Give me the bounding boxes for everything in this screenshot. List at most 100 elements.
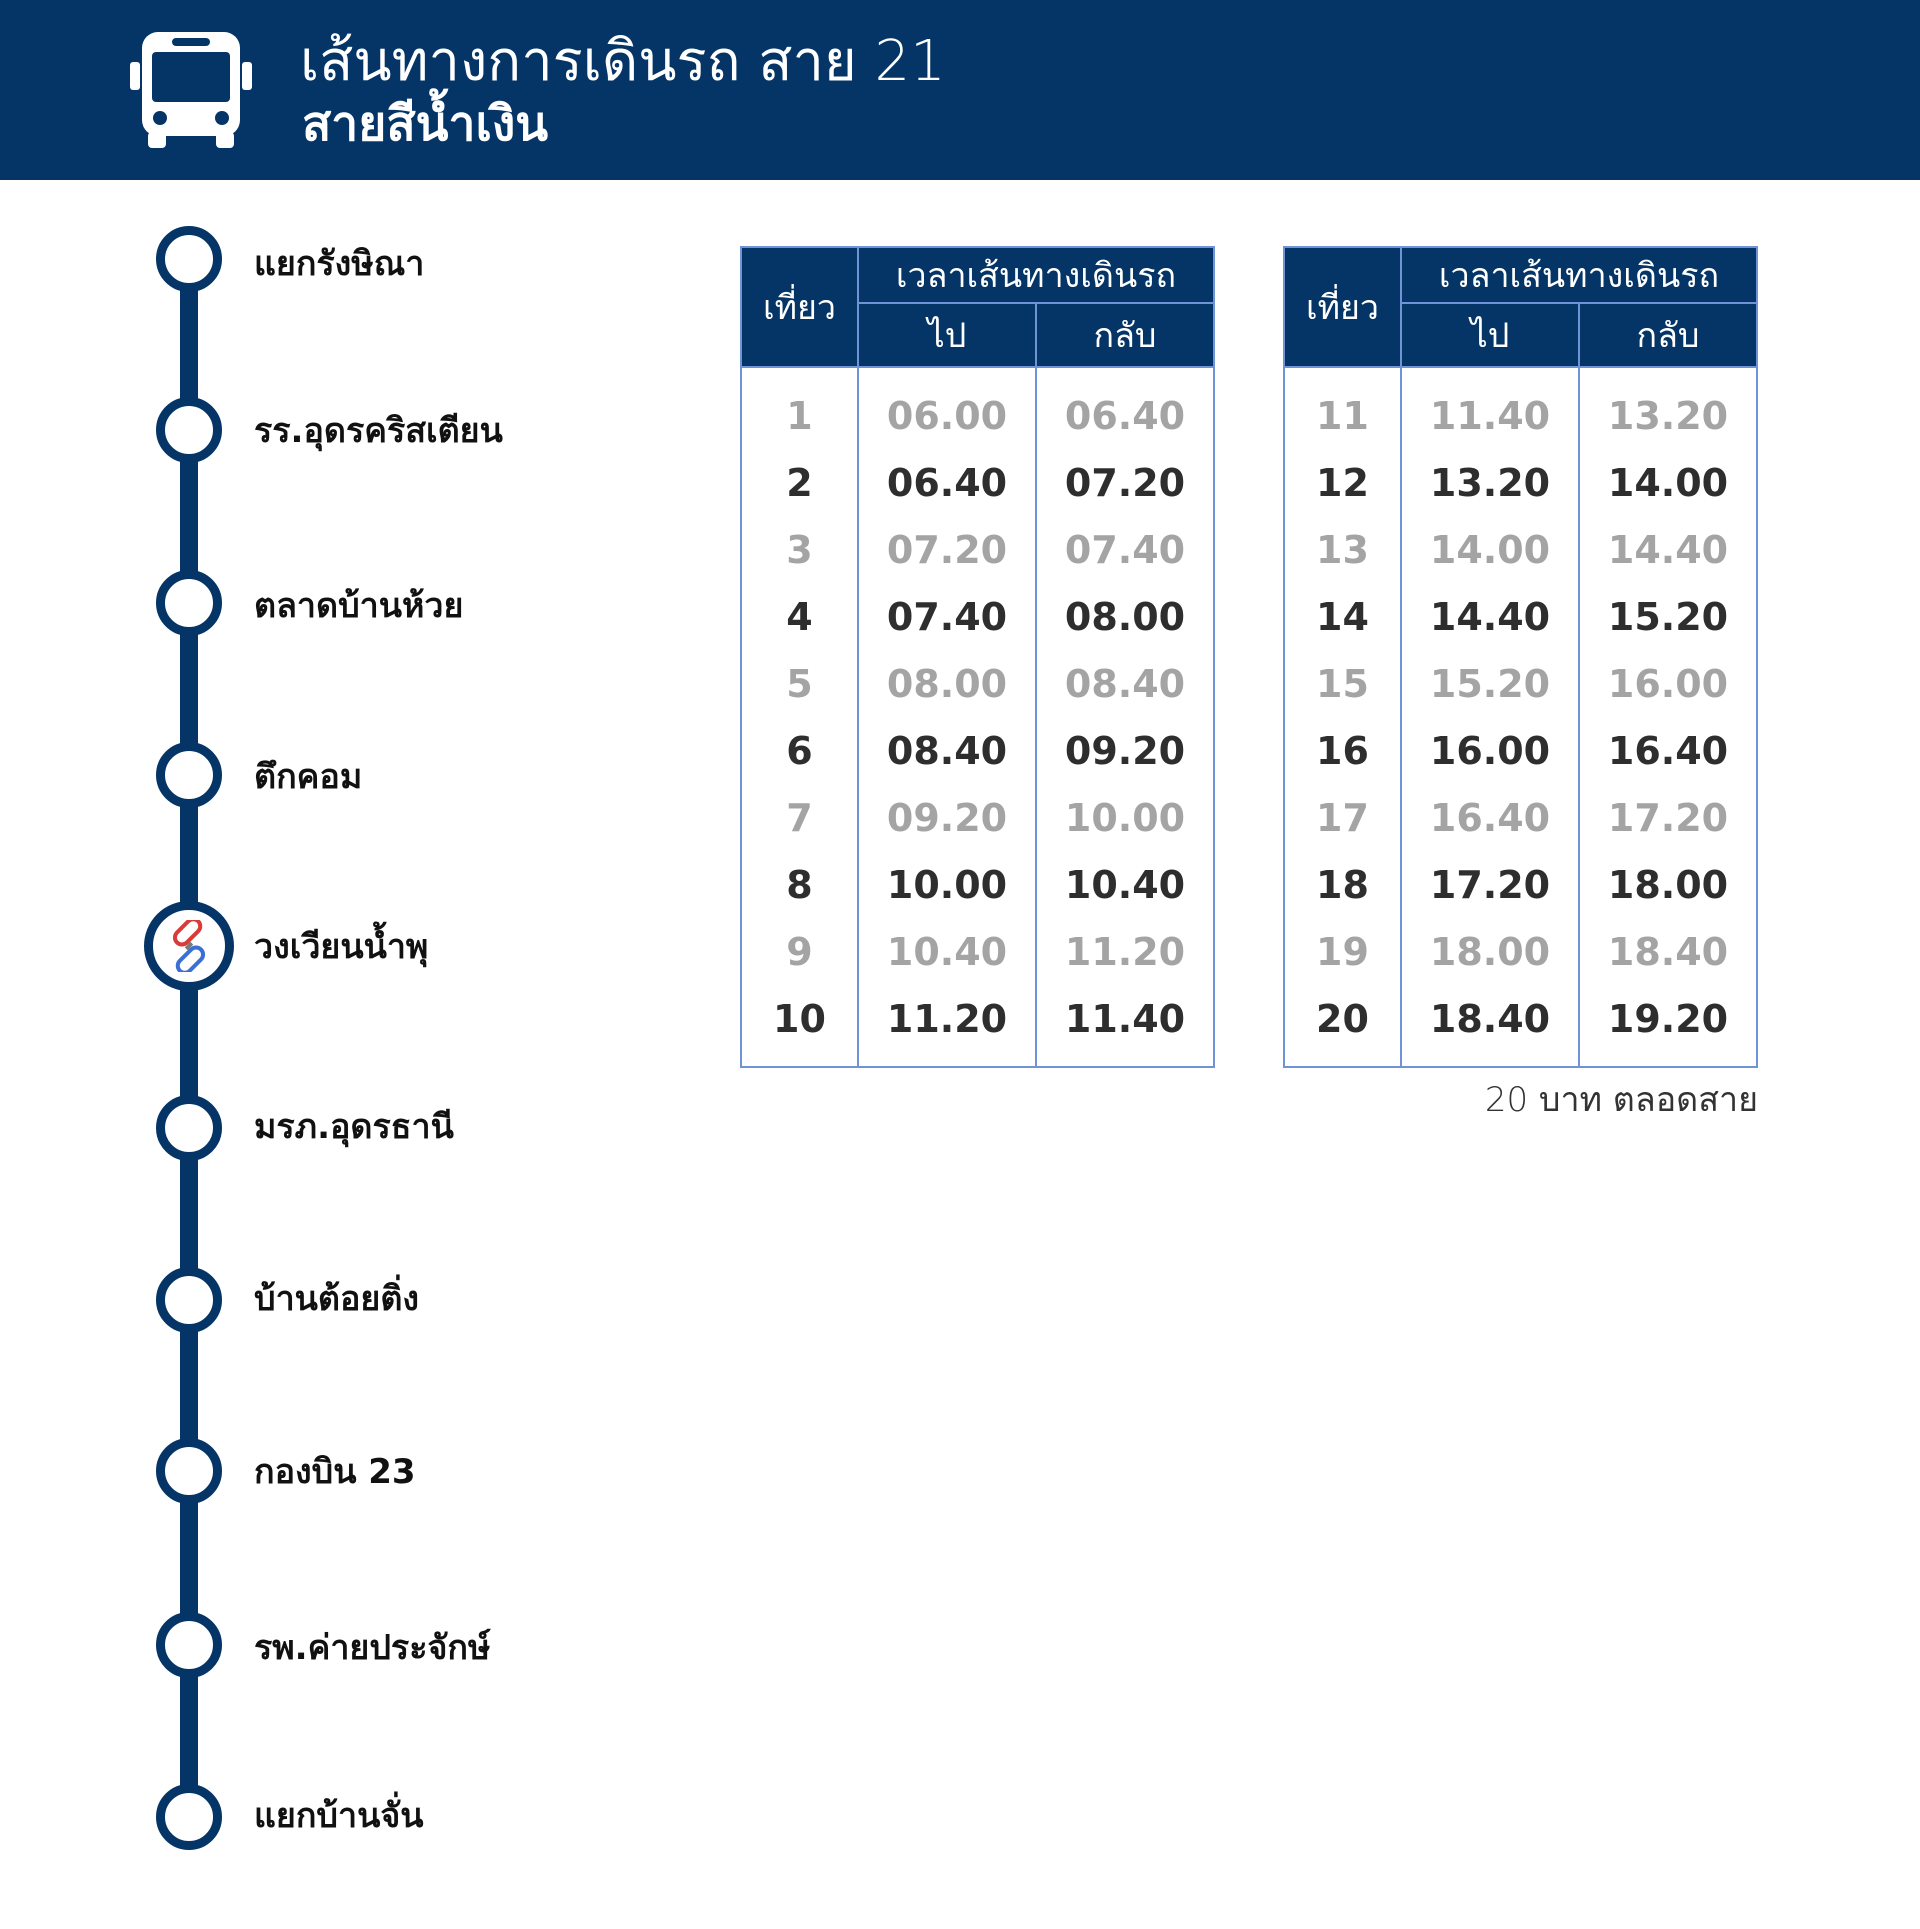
- table-row: 16 16.00 16.40: [1283, 717, 1758, 784]
- table-row: 19 18.00 18.40: [1283, 918, 1758, 985]
- fare-note: 20 บาท ตลอดสาย: [1484, 1080, 1758, 1120]
- stop-marker: [156, 397, 222, 463]
- return-time: 18.40: [1578, 918, 1758, 985]
- outbound-time: 08.00: [857, 650, 1037, 717]
- outbound-time: 06.40: [857, 449, 1037, 516]
- outbound-time: 16.00: [1400, 717, 1580, 784]
- outbound-time: 11.20: [857, 985, 1037, 1067]
- outbound-time: 18.00: [1400, 918, 1580, 985]
- table-row: 6 08.40 09.20: [740, 717, 1215, 784]
- stop-marker: [156, 570, 222, 636]
- outbound-time: 17.20: [1400, 851, 1580, 918]
- trip-number: 10: [740, 985, 859, 1067]
- table-row: 5 08.00 08.40: [740, 650, 1215, 717]
- trip-number: 6: [740, 717, 859, 784]
- outbound-time: 14.00: [1400, 516, 1580, 583]
- trip-number: 16: [1283, 717, 1402, 784]
- return-time: 09.20: [1035, 717, 1215, 784]
- return-time: 06.40: [1035, 367, 1215, 449]
- table-row: 3 07.20 07.40: [740, 516, 1215, 583]
- return-time: 10.00: [1035, 784, 1215, 851]
- outbound-time: 16.40: [1400, 784, 1580, 851]
- return-time: 19.20: [1578, 985, 1758, 1067]
- stop-label: แยกรังษิณา: [254, 244, 425, 284]
- return-time: 08.00: [1035, 583, 1215, 650]
- trip-number: 20: [1283, 985, 1402, 1067]
- header-banner: เส้นทางการเดินรถ สาย 21 สายสีน้ำเงิน: [0, 0, 1920, 180]
- stop-label: ตึกคอม: [254, 757, 363, 797]
- trip-number: 2: [740, 449, 859, 516]
- trip-number: 14: [1283, 583, 1402, 650]
- trip-number: 12: [1283, 449, 1402, 516]
- return-header: กลับ: [1578, 302, 1758, 368]
- stop-label: รพ.ค่ายประจักษ์: [254, 1628, 491, 1668]
- table-row: 11 11.40 13.20: [1283, 367, 1758, 449]
- return-time: 16.00: [1578, 650, 1758, 717]
- table-row: 2 06.40 07.20: [740, 449, 1215, 516]
- stop-marker: [156, 742, 222, 808]
- outbound-header: ไป: [857, 302, 1037, 368]
- schedule-header: เวลาเส้นทางเดินรถ: [1400, 246, 1758, 304]
- stop-marker: [156, 1612, 222, 1678]
- return-header: กลับ: [1035, 302, 1215, 368]
- table-row: 4 07.40 08.00: [740, 583, 1215, 650]
- trip-number: 15: [1283, 650, 1402, 717]
- trip-number: 7: [740, 784, 859, 851]
- timetable-right: เที่ยว เวลาเส้นทางเดินรถ ไป กลับ 11 11.40…: [1283, 246, 1758, 1068]
- table-row: 7 09.20 10.00: [740, 784, 1215, 851]
- return-time: 07.40: [1035, 516, 1215, 583]
- outbound-time: 11.40: [1400, 367, 1580, 449]
- outbound-time: 18.40: [1400, 985, 1580, 1067]
- table-row: 14 14.40 15.20: [1283, 583, 1758, 650]
- outbound-time: 15.20: [1400, 650, 1580, 717]
- outbound-time: 07.20: [857, 516, 1037, 583]
- stop-marker: [156, 1438, 222, 1504]
- route-line: [180, 260, 198, 1815]
- stop-marker: [156, 226, 222, 292]
- stop-label: บ้านต้อยติ่ง: [254, 1279, 420, 1319]
- return-time: 15.20: [1578, 583, 1758, 650]
- transfer-stop-marker: [144, 901, 234, 991]
- table-row: 17 16.40 17.20: [1283, 784, 1758, 851]
- table-row: 15 15.20 16.00: [1283, 650, 1758, 717]
- outbound-time: 14.40: [1400, 583, 1580, 650]
- return-time: 14.40: [1578, 516, 1758, 583]
- outbound-header: ไป: [1400, 302, 1580, 368]
- schedule-header: เวลาเส้นทางเดินรถ: [857, 246, 1215, 304]
- return-time: 14.00: [1578, 449, 1758, 516]
- stop-label: แยกบ้านจั่น: [254, 1796, 424, 1836]
- table-row: 13 14.00 14.40: [1283, 516, 1758, 583]
- stop-marker: [156, 1267, 222, 1333]
- return-time: 16.40: [1578, 717, 1758, 784]
- trip-number: 1: [740, 367, 859, 449]
- stop-label: มรภ.อุดรธานี: [254, 1107, 454, 1147]
- timetable-left: เที่ยว เวลาเส้นทางเดินรถ ไป กลับ 1 06.00 0…: [740, 246, 1215, 1068]
- stop-marker: [156, 1784, 222, 1850]
- stop-label: รร.อุดรคริสเตียน: [254, 411, 503, 451]
- trip-number: 11: [1283, 367, 1402, 449]
- return-time: 11.40: [1035, 985, 1215, 1067]
- return-time: 17.20: [1578, 784, 1758, 851]
- trip-number: 3: [740, 516, 859, 583]
- outbound-time: 13.20: [1400, 449, 1580, 516]
- table-row: 9 10.40 11.20: [740, 918, 1215, 985]
- trip-header: เที่ยว: [740, 246, 859, 368]
- outbound-time: 10.40: [857, 918, 1037, 985]
- bus-icon: [130, 32, 252, 148]
- outbound-time: 08.40: [857, 717, 1037, 784]
- trip-number: 4: [740, 583, 859, 650]
- stop-marker: [156, 1095, 222, 1161]
- trip-number: 17: [1283, 784, 1402, 851]
- stop-label: วงเวียนน้ำพุ: [254, 927, 429, 967]
- outbound-time: 10.00: [857, 851, 1037, 918]
- table-row: 12 13.20 14.00: [1283, 449, 1758, 516]
- trip-number: 18: [1283, 851, 1402, 918]
- trip-number: 13: [1283, 516, 1402, 583]
- outbound-time: 09.20: [857, 784, 1037, 851]
- table-row: 1 06.00 06.40: [740, 367, 1215, 449]
- outbound-time: 07.40: [857, 583, 1037, 650]
- return-time: 11.20: [1035, 918, 1215, 985]
- route-subtitle: สายสีน้ำเงิน: [302, 96, 549, 152]
- stop-label: ตลาดบ้านห้วย: [254, 586, 464, 626]
- return-time: 07.20: [1035, 449, 1215, 516]
